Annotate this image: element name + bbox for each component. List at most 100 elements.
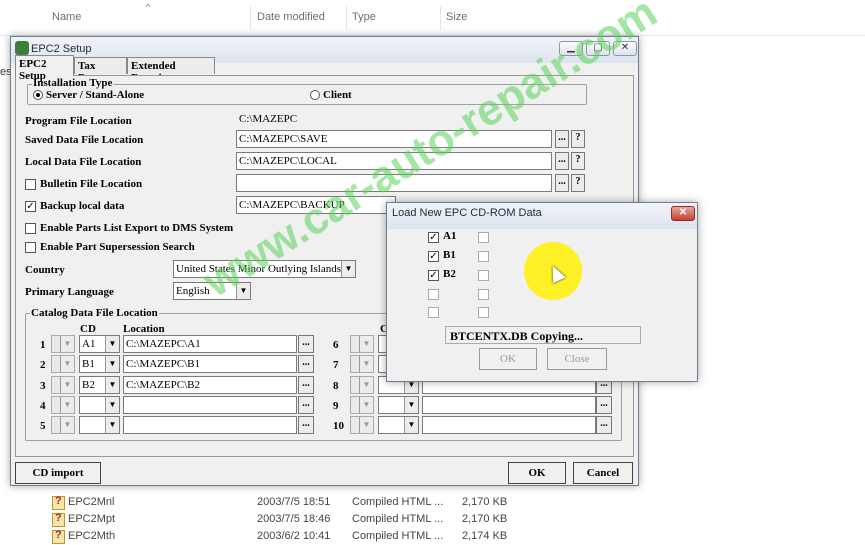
local-location-input[interactable]: C:\MAZEPC\LOCAL: [236, 152, 552, 170]
column-date-modified[interactable]: Date modified: [257, 11, 325, 23]
column-size[interactable]: Size: [446, 11, 467, 23]
chevron-down-icon: ▼: [236, 283, 250, 299]
load-close-icon[interactable]: ✕: [671, 206, 695, 221]
dms-export-label: Enable Parts List Export to DMS System: [40, 222, 234, 234]
tab-extended-function[interactable]: Extended Function: [127, 57, 215, 84]
catalog-cd-select[interactable]: B1 ▼: [79, 355, 120, 373]
client-radio[interactable]: [310, 90, 320, 100]
catalog-drive-select: ▼: [51, 355, 75, 373]
catalog-location-input[interactable]: [422, 396, 596, 414]
catalog-cd-select[interactable]: ▼: [79, 416, 120, 434]
chevron-down-icon: ▼: [60, 417, 74, 433]
bulletin-location-input[interactable]: [236, 174, 552, 192]
catalog-browse-button[interactable]: ...: [298, 355, 314, 373]
supersession-label: Enable Part Supersession Search: [40, 241, 195, 253]
chevron-down-icon: ▼: [60, 377, 74, 393]
saved-location-label: Saved Data File Location: [25, 134, 144, 146]
catalog-browse-button[interactable]: ...: [298, 396, 314, 414]
catalog-location-input[interactable]: [123, 416, 297, 434]
client-label: Client: [323, 89, 352, 101]
catalog-location-input[interactable]: C:\MAZEPC\A1: [123, 335, 297, 353]
local-help-button[interactable]: ?: [571, 152, 585, 170]
program-location-label: Program File Location: [25, 115, 132, 127]
catalog-drive-select: ▼: [51, 335, 75, 353]
cd-b1-checkbox: ✓: [428, 251, 439, 262]
close-button[interactable]: ✕: [613, 41, 637, 56]
chevron-down-icon: ▼: [105, 336, 119, 352]
chevron-down-icon: ▼: [60, 356, 74, 372]
column-type[interactable]: Type: [352, 11, 376, 23]
catalog-row-number: 3: [40, 380, 46, 392]
saved-location-input[interactable]: C:\MAZEPC\SAVE: [236, 130, 552, 148]
load-title: Load New EPC CD-ROM Data: [392, 207, 542, 219]
cd-import-button[interactable]: CD import: [15, 462, 101, 484]
cd-b2-label: B2: [443, 268, 456, 280]
catalog-cd-select[interactable]: ▼: [79, 396, 120, 414]
cd-empty-checkbox: [478, 232, 489, 243]
tab-epc2-setup[interactable]: EPC2 Setup: [15, 55, 74, 82]
supersession-checkbox[interactable]: [25, 242, 36, 253]
chevron-down-icon: ▼: [60, 397, 74, 413]
chevron-down-icon: ▼: [359, 417, 373, 433]
chevron-down-icon: ▼: [359, 397, 373, 413]
catalog-drive-select: ▼: [51, 376, 75, 394]
catalog-row-number: 9: [333, 400, 339, 412]
catalog-browse-button[interactable]: ...: [298, 376, 314, 394]
local-browse-button[interactable]: ...: [555, 152, 569, 170]
chevron-down-icon: ▼: [105, 397, 119, 413]
bulletin-label: Bulletin File Location: [40, 178, 143, 190]
chevron-down-icon: ▼: [105, 377, 119, 393]
catalog-row-number: 10: [333, 420, 344, 432]
server-radio[interactable]: [33, 90, 43, 100]
bulletin-help-button[interactable]: ?: [571, 174, 585, 192]
cancel-button[interactable]: Cancel: [573, 462, 633, 484]
bulletin-checkbox[interactable]: [25, 179, 36, 190]
catalog-row-number: 7: [333, 359, 339, 371]
ok-button[interactable]: OK: [508, 462, 566, 484]
chevron-down-icon: ▼: [105, 356, 119, 372]
chm-file-icon: [52, 495, 65, 510]
cd-empty-checkbox: [478, 251, 489, 262]
server-label: Server / Stand-Alone: [46, 89, 145, 101]
load-ok-button: OK: [479, 348, 537, 370]
catalog-cd-select[interactable]: ▼: [378, 396, 419, 414]
country-select[interactable]: United States Minor Outlying Islands ▼: [173, 260, 356, 278]
catalog-row-number: 5: [40, 420, 46, 432]
catalog-cd-select[interactable]: B2 ▼: [79, 376, 120, 394]
bulletin-browse-button[interactable]: ...: [555, 174, 569, 192]
backup-location-input[interactable]: C:\MAZEPC\BACKUP: [236, 196, 396, 214]
catalog-browse-button[interactable]: ...: [596, 396, 612, 414]
catalog-location-input[interactable]: C:\MAZEPC\B2: [123, 376, 297, 394]
maximize-button[interactable]: ▢: [586, 41, 610, 56]
saved-browse-button[interactable]: ...: [555, 130, 569, 148]
backup-checkbox[interactable]: ✓: [25, 201, 36, 212]
local-location-label: Local Data File Location: [25, 156, 142, 168]
dms-export-checkbox[interactable]: [25, 223, 36, 234]
catalog-row-number: 4: [40, 400, 46, 412]
app-icon: [15, 41, 29, 55]
explorer-column-header: Name Date modified Type Size ^: [0, 0, 865, 36]
language-select[interactable]: English ▼: [173, 282, 251, 300]
chm-file-icon: [52, 529, 65, 544]
catalog-cd-select[interactable]: A1 ▼: [79, 335, 120, 353]
program-location-field: C:\MAZEPC: [236, 110, 552, 128]
cd-a1-checkbox: ✓: [428, 232, 439, 243]
chevron-down-icon: ▼: [341, 261, 355, 277]
minimize-button[interactable]: ▁: [559, 41, 583, 56]
catalog-browse-button[interactable]: ...: [298, 416, 314, 434]
catalog-location-input[interactable]: C:\MAZEPC\B1: [123, 355, 297, 373]
catalog-location-input[interactable]: [422, 416, 596, 434]
catalog-row-number: 1: [40, 339, 46, 351]
saved-help-button[interactable]: ?: [571, 130, 585, 148]
load-close-button[interactable]: Close: [547, 348, 607, 370]
catalog-drive-select: ▼: [350, 416, 374, 434]
cd-b2-checkbox: ✓: [428, 270, 439, 281]
catalog-browse-button[interactable]: ...: [596, 416, 612, 434]
tab-tax-rates[interactable]: Tax Rates: [74, 57, 127, 84]
cd-empty-checkbox: [478, 307, 489, 318]
column-name[interactable]: Name: [52, 11, 81, 23]
catalog-browse-button[interactable]: ...: [298, 335, 314, 353]
catalog-cd-select[interactable]: ▼: [378, 416, 419, 434]
load-title-bar[interactable]: Load New EPC CD-ROM Data ✕: [387, 203, 697, 229]
catalog-location-input[interactable]: [123, 396, 297, 414]
